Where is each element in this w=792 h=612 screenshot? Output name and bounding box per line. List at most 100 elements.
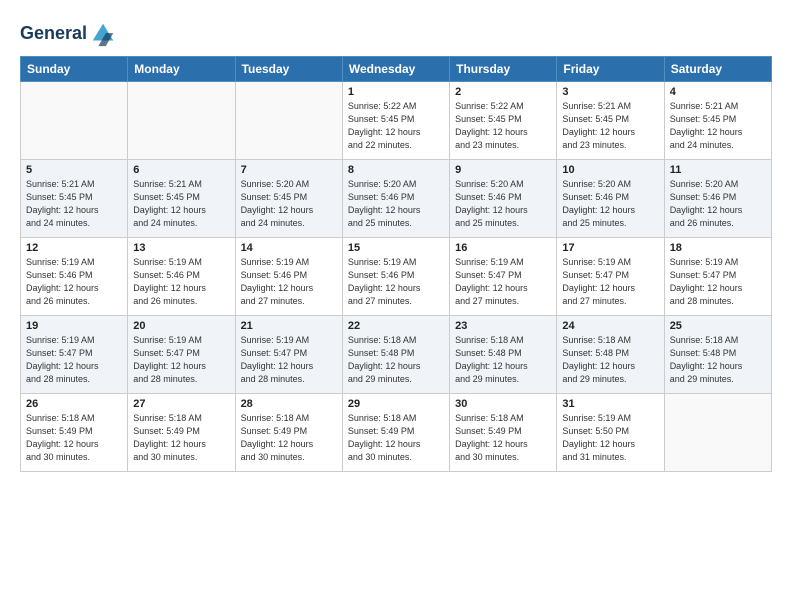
day-number: 23 [455, 320, 551, 332]
day-info: Sunrise: 5:19 AM Sunset: 5:47 PM Dayligh… [562, 256, 658, 308]
day-number: 15 [348, 242, 444, 254]
day-info: Sunrise: 5:22 AM Sunset: 5:45 PM Dayligh… [455, 100, 551, 152]
day-info: Sunrise: 5:19 AM Sunset: 5:47 PM Dayligh… [670, 256, 766, 308]
day-info: Sunrise: 5:19 AM Sunset: 5:47 PM Dayligh… [133, 334, 229, 386]
calendar-header-sunday: Sunday [21, 57, 128, 82]
day-info: Sunrise: 5:18 AM Sunset: 5:48 PM Dayligh… [670, 334, 766, 386]
calendar-header-tuesday: Tuesday [235, 57, 342, 82]
calendar-cell: 22 Sunrise: 5:18 AM Sunset: 5:48 PM Dayli… [342, 316, 449, 394]
calendar-cell: 20 Sunrise: 5:19 AM Sunset: 5:47 PM Dayli… [128, 316, 235, 394]
day-info: Sunrise: 5:19 AM Sunset: 5:47 PM Dayligh… [241, 334, 337, 386]
day-info: Sunrise: 5:19 AM Sunset: 5:46 PM Dayligh… [26, 256, 122, 308]
day-number: 2 [455, 86, 551, 98]
calendar-cell: 8 Sunrise: 5:20 AM Sunset: 5:46 PM Daylig… [342, 160, 449, 238]
calendar-cell: 7 Sunrise: 5:20 AM Sunset: 5:45 PM Daylig… [235, 160, 342, 238]
day-number: 14 [241, 242, 337, 254]
calendar-cell [235, 82, 342, 160]
day-info: Sunrise: 5:18 AM Sunset: 5:49 PM Dayligh… [455, 412, 551, 464]
day-number: 20 [133, 320, 229, 332]
calendar-cell: 24Sunrise: 5:18 AM Sunset: 5:48 PM Dayli… [557, 316, 664, 394]
day-info: Sunrise: 5:18 AM Sunset: 5:49 PM Dayligh… [348, 412, 444, 464]
calendar-header-friday: Friday [557, 57, 664, 82]
day-info: Sunrise: 5:20 AM Sunset: 5:45 PM Dayligh… [241, 178, 337, 230]
day-info: Sunrise: 5:21 AM Sunset: 5:45 PM Dayligh… [562, 100, 658, 152]
calendar-cell: 1 Sunrise: 5:22 AM Sunset: 5:45 PM Daylig… [342, 82, 449, 160]
calendar-cell: 14 Sunrise: 5:19 AM Sunset: 5:46 PM Dayli… [235, 238, 342, 316]
calendar-cell: 30 Sunrise: 5:18 AM Sunset: 5:49 PM Dayli… [450, 394, 557, 472]
day-info: Sunrise: 5:22 AM Sunset: 5:45 PM Dayligh… [348, 100, 444, 152]
day-number: 5 [26, 164, 122, 176]
day-number: 22 [348, 320, 444, 332]
calendar-cell [664, 394, 771, 472]
calendar-cell: 6 Sunrise: 5:21 AM Sunset: 5:45 PM Daylig… [128, 160, 235, 238]
calendar-cell: 11 Sunrise: 5:20 AM Sunset: 5:46 PM Dayli… [664, 160, 771, 238]
calendar-cell: 5Sunrise: 5:21 AM Sunset: 5:45 PM Daylig… [21, 160, 128, 238]
calendar-header-thursday: Thursday [450, 57, 557, 82]
day-number: 13 [133, 242, 229, 254]
calendar-cell: 9Sunrise: 5:20 AM Sunset: 5:46 PM Daylig… [450, 160, 557, 238]
logo-text: General [20, 24, 87, 44]
calendar-cell: 12Sunrise: 5:19 AM Sunset: 5:46 PM Dayli… [21, 238, 128, 316]
logo-icon [89, 20, 117, 48]
calendar-cell: 16 Sunrise: 5:19 AM Sunset: 5:47 PM Dayli… [450, 238, 557, 316]
calendar-cell: 31Sunrise: 5:19 AM Sunset: 5:50 PM Dayli… [557, 394, 664, 472]
header: General [20, 20, 772, 48]
day-number: 7 [241, 164, 337, 176]
calendar-header-monday: Monday [128, 57, 235, 82]
calendar-cell [128, 82, 235, 160]
day-number: 8 [348, 164, 444, 176]
day-number: 26 [26, 398, 122, 410]
calendar-table: SundayMondayTuesdayWednesdayThursdayFrid… [20, 56, 772, 472]
calendar-header-row: SundayMondayTuesdayWednesdayThursdayFrid… [21, 57, 772, 82]
day-info: Sunrise: 5:19 AM Sunset: 5:46 PM Dayligh… [348, 256, 444, 308]
calendar-cell: 23 Sunrise: 5:18 AM Sunset: 5:48 PM Dayli… [450, 316, 557, 394]
day-number: 21 [241, 320, 337, 332]
calendar-cell: 19 Sunrise: 5:19 AM Sunset: 5:47 PM Dayli… [21, 316, 128, 394]
day-info: Sunrise: 5:20 AM Sunset: 5:46 PM Dayligh… [348, 178, 444, 230]
day-number: 31 [562, 398, 658, 410]
day-number: 25 [670, 320, 766, 332]
day-number: 4 [670, 86, 766, 98]
day-number: 19 [26, 320, 122, 332]
calendar-cell: 26Sunrise: 5:18 AM Sunset: 5:49 PM Dayli… [21, 394, 128, 472]
calendar-cell: 29 Sunrise: 5:18 AM Sunset: 5:49 PM Dayli… [342, 394, 449, 472]
calendar-week-row: 26 Sunrise: 5:18 AM Sunset: 5:49 PM Dayli… [21, 394, 772, 472]
day-number: 17 [562, 242, 658, 254]
day-number: 18 [670, 242, 766, 254]
day-info: Sunrise: 5:21 AM Sunset: 5:45 PM Dayligh… [133, 178, 229, 230]
calendar-cell: 25 Sunrise: 5:18 AM Sunset: 5:48 PM Dayli… [664, 316, 771, 394]
calendar-cell: 17 Sunrise: 5:19 AM Sunset: 5:47 PM Dayli… [557, 238, 664, 316]
day-number: 28 [241, 398, 337, 410]
calendar-cell: 3 Sunrise: 5:21 AM Sunset: 5:45 PM Daylig… [557, 82, 664, 160]
day-number: 29 [348, 398, 444, 410]
calendar-cell: 18 Sunrise: 5:19 AM Sunset: 5:47 PM Dayli… [664, 238, 771, 316]
day-info: Sunrise: 5:20 AM Sunset: 5:46 PM Dayligh… [562, 178, 658, 230]
day-info: Sunrise: 5:19 AM Sunset: 5:47 PM Dayligh… [26, 334, 122, 386]
calendar-week-row: 1 Sunrise: 5:22 AM Sunset: 5:45 PM Daylig… [21, 82, 772, 160]
day-info: Sunrise: 5:20 AM Sunset: 5:46 PM Dayligh… [670, 178, 766, 230]
calendar-cell [21, 82, 128, 160]
calendar-week-row: 12Sunrise: 5:19 AM Sunset: 5:46 PM Dayli… [21, 238, 772, 316]
day-number: 10 [562, 164, 658, 176]
day-info: Sunrise: 5:18 AM Sunset: 5:48 PM Dayligh… [455, 334, 551, 386]
day-number: 24 [562, 320, 658, 332]
day-number: 1 [348, 86, 444, 98]
calendar-header-saturday: Saturday [664, 57, 771, 82]
day-info: Sunrise: 5:18 AM Sunset: 5:48 PM Dayligh… [348, 334, 444, 386]
calendar-header-wednesday: Wednesday [342, 57, 449, 82]
day-number: 11 [670, 164, 766, 176]
day-number: 3 [562, 86, 658, 98]
day-number: 30 [455, 398, 551, 410]
day-info: Sunrise: 5:19 AM Sunset: 5:46 PM Dayligh… [241, 256, 337, 308]
day-number: 16 [455, 242, 551, 254]
calendar-cell: 2 Sunrise: 5:22 AM Sunset: 5:45 PM Daylig… [450, 82, 557, 160]
day-info: Sunrise: 5:19 AM Sunset: 5:46 PM Dayligh… [133, 256, 229, 308]
day-number: 9 [455, 164, 551, 176]
day-number: 6 [133, 164, 229, 176]
calendar-cell: 27Sunrise: 5:18 AM Sunset: 5:49 PM Dayli… [128, 394, 235, 472]
calendar-cell: 28Sunrise: 5:18 AM Sunset: 5:49 PM Dayli… [235, 394, 342, 472]
day-number: 27 [133, 398, 229, 410]
calendar-week-row: 5 Sunrise: 5:21 AM Sunset: 5:45 PM Daylig… [21, 160, 772, 238]
day-info: Sunrise: 5:19 AM Sunset: 5:47 PM Dayligh… [455, 256, 551, 308]
calendar-week-row: 19 Sunrise: 5:19 AM Sunset: 5:47 PM Dayli… [21, 316, 772, 394]
